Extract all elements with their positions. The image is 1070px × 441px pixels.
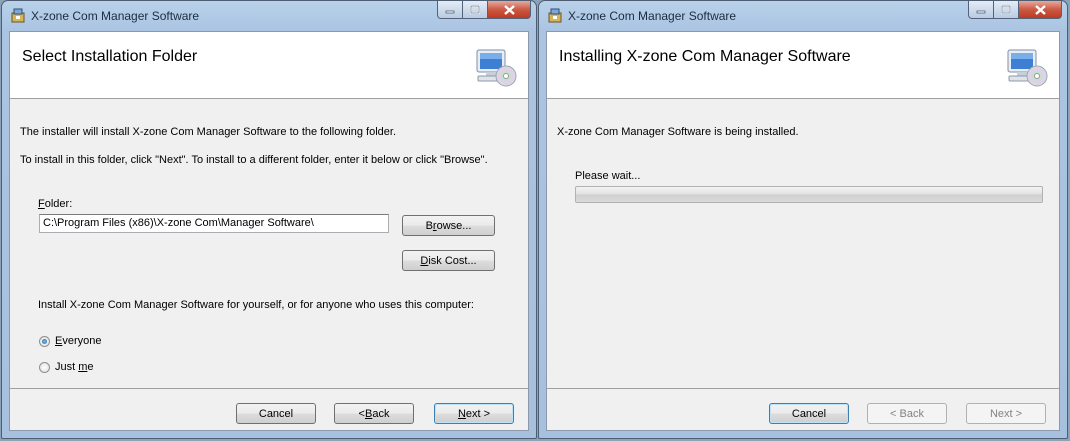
radio-everyone[interactable]: Everyone [39, 335, 101, 347]
dialog-body: Installing X-zone Com Manager Software X… [546, 31, 1060, 431]
intro-text: The installer will install X-zone Com Ma… [20, 126, 397, 138]
close-icon [1034, 4, 1046, 15]
cancel-button[interactable]: Cancel [769, 403, 849, 424]
disk-cost-button[interactable]: Disk Cost... [402, 250, 495, 271]
please-wait-text: Please wait... [575, 170, 641, 182]
radio-selected-icon [39, 335, 50, 347]
page-title: Installing X-zone Com Manager Software [559, 48, 851, 65]
next-button: Next > [966, 403, 1046, 424]
installer-app-icon [547, 8, 563, 24]
title-bar[interactable]: X-zone Com Manager Software [539, 1, 1067, 29]
install-progress-bar [575, 186, 1043, 203]
window-title: X-zone Com Manager Software [568, 9, 737, 23]
close-button[interactable] [1019, 1, 1062, 19]
maximize-button[interactable] [463, 1, 488, 19]
folder-path-input[interactable]: C:\Program Files (x86)\X-zone Com\Manage… [39, 214, 389, 233]
close-icon [503, 4, 515, 15]
radio-just-me[interactable]: Just me [39, 361, 94, 373]
header-banner: Installing X-zone Com Manager Software [547, 32, 1059, 99]
install-for-text: Install X-zone Com Manager Software for … [38, 299, 474, 311]
footer-divider [547, 388, 1059, 389]
installer-app-icon [10, 8, 26, 24]
minimize-icon [976, 10, 986, 13]
radio-everyone-label: Everyone [55, 335, 102, 347]
maximize-button[interactable] [994, 1, 1019, 19]
page-title: Select Installation Folder [22, 48, 198, 65]
close-button[interactable] [488, 1, 531, 19]
header-banner: Select Installation Folder [10, 32, 528, 99]
next-button[interactable]: Next > [434, 403, 514, 424]
footer-divider [10, 388, 528, 389]
minimize-button[interactable] [437, 1, 463, 19]
setup-window-installing: X-zone Com Manager Software Installing X… [538, 0, 1068, 439]
title-bar[interactable]: X-zone Com Manager Software [2, 1, 536, 29]
dialog-body: Select Installation Folder The installer… [9, 31, 529, 431]
status-text: X-zone Com Manager Software is being ins… [557, 126, 799, 138]
back-button: < Back [867, 403, 947, 424]
folder-label: Folder: [38, 198, 73, 210]
minimize-icon [445, 10, 455, 13]
browse-button[interactable]: Br owse... [402, 215, 495, 236]
minimize-button[interactable] [968, 1, 994, 19]
instructions-text: To install in this folder, click "Next".… [20, 154, 488, 166]
computer-cd-icon [1005, 46, 1049, 90]
cancel-button[interactable]: Cancel [236, 403, 316, 424]
computer-cd-icon [474, 46, 518, 90]
maximize-icon [1001, 5, 1011, 14]
radio-unselected-icon [39, 361, 50, 373]
window-title: X-zone Com Manager Software [31, 9, 200, 23]
setup-window-select-folder: X-zone Com Manager Software Select Insta… [1, 0, 537, 439]
maximize-icon [470, 5, 480, 14]
back-button[interactable]: < Back [334, 403, 414, 424]
radio-just-me-label: Just me [55, 361, 94, 373]
